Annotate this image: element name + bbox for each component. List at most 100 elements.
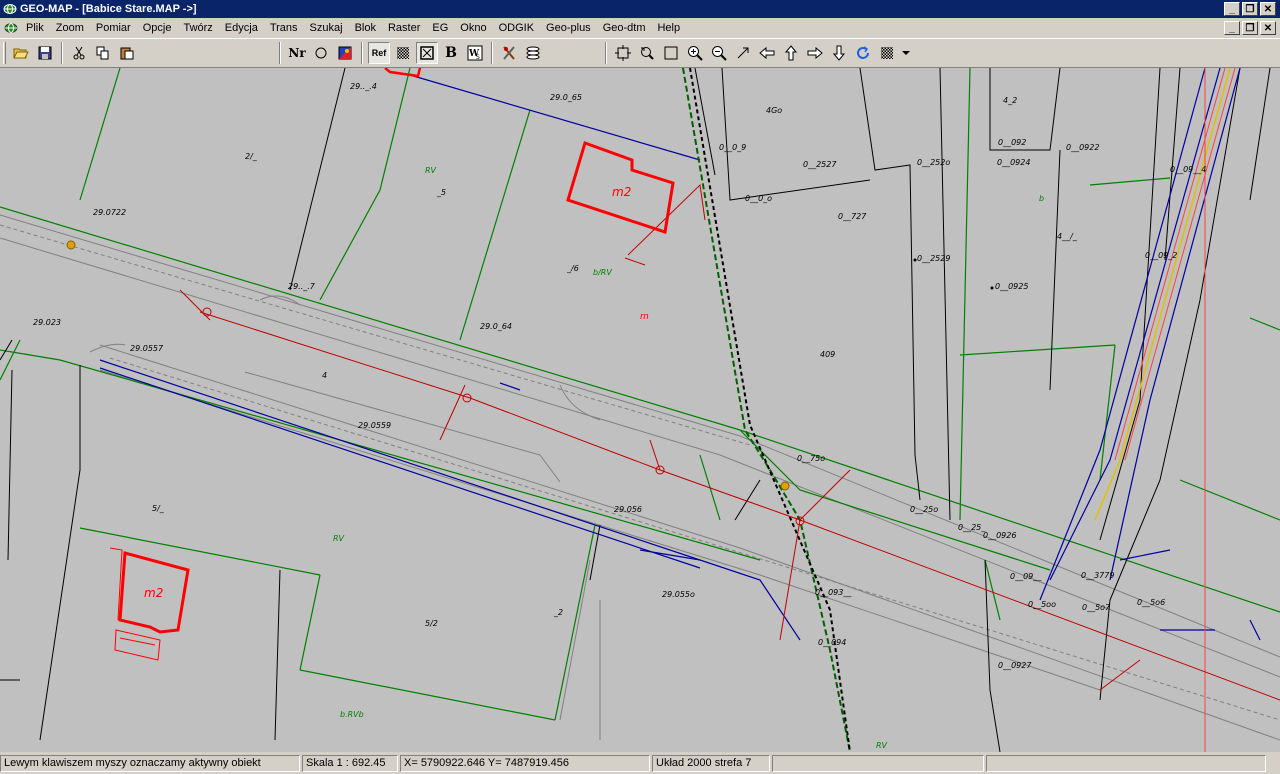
status-scale: Skala 1 : 692.45 xyxy=(302,755,398,772)
open-folder-icon[interactable] xyxy=(10,42,32,64)
paste-icon[interactable] xyxy=(116,42,138,64)
map-label: 0__0927 xyxy=(998,661,1032,670)
ref-button[interactable]: Ref xyxy=(368,42,390,64)
colors-icon[interactable] xyxy=(334,42,356,64)
pan-diagonal-icon[interactable] xyxy=(732,42,754,64)
map-canvas[interactable]: 29.._.4 29.0_65 2/_ 29.0722 _5 _/6 29.0_… xyxy=(0,68,1280,752)
window-title: GEO-MAP - [Babice Stare.MAP ->] xyxy=(20,3,197,15)
svg-text:S: S xyxy=(476,54,480,61)
toolbar-grip[interactable] xyxy=(3,42,6,64)
building-code: m xyxy=(640,312,649,322)
map-label: 0__252o xyxy=(917,158,951,167)
zoom-window-icon[interactable] xyxy=(660,42,682,64)
menu-geo-plus[interactable]: Geo-plus xyxy=(540,22,597,34)
building-code: m2 xyxy=(612,185,632,199)
map-label: 5/_ xyxy=(152,504,164,513)
road-gray-lines xyxy=(0,214,1280,741)
map-label: 29.._.7 xyxy=(288,282,315,291)
hatch-icon[interactable] xyxy=(392,42,414,64)
pan-right-icon[interactable] xyxy=(804,42,826,64)
map-label: 0__727 xyxy=(838,212,867,221)
zoom-previous-icon[interactable] xyxy=(636,42,658,64)
menu-odgik[interactable]: ODGIK xyxy=(493,22,540,34)
dropdown-arrow-icon[interactable] xyxy=(900,42,912,64)
minimize-button[interactable]: _ xyxy=(1224,2,1240,16)
map-label: 29.023 xyxy=(33,318,61,327)
land-use-code: b.RVb xyxy=(340,710,364,719)
menu-plik[interactable]: Plik xyxy=(20,22,50,34)
map-label: 0__2527 xyxy=(803,160,837,169)
text-style-icon[interactable]: WS xyxy=(464,42,486,64)
frame-x-icon[interactable] xyxy=(416,42,438,64)
status-hint: Lewym klawiszem myszy oznaczamy aktywny … xyxy=(0,755,300,772)
toolbar-separator xyxy=(491,42,493,64)
toolbar-separator xyxy=(279,42,281,64)
map-label: 0__093__ xyxy=(815,588,852,597)
map-label: 29.0_64 xyxy=(480,322,512,331)
circle-icon[interactable] xyxy=(310,42,332,64)
boundary-green-lines xyxy=(0,68,1280,721)
close-button[interactable]: ✕ xyxy=(1260,2,1276,16)
map-label: 29.0722 xyxy=(93,208,127,217)
map-label: 29.0_65 xyxy=(550,93,582,102)
toolbar-separator xyxy=(361,42,363,64)
map-label: 29.0557 xyxy=(130,344,164,353)
refresh-icon[interactable] xyxy=(852,42,874,64)
status-coordinates: X= 5790922.646 Y= 7487919.456 xyxy=(400,755,650,772)
menu-pomiar[interactable]: Pomiar xyxy=(90,22,137,34)
menu-eg[interactable]: EG xyxy=(426,22,454,34)
map-label: 4 xyxy=(322,371,328,380)
map-label: 0__0925 xyxy=(995,282,1029,291)
map-label: 4_2 xyxy=(1003,96,1018,105)
map-label: 0__5o7 xyxy=(1082,603,1111,612)
menu-geo-dtm[interactable]: Geo-dtm xyxy=(597,22,652,34)
map-label: 29.._.4 xyxy=(350,82,377,91)
zoom-all-icon[interactable] xyxy=(612,42,634,64)
title-bar: GEO-MAP - [Babice Stare.MAP ->] _ ❐ ✕ xyxy=(0,0,1280,18)
pan-left-icon[interactable] xyxy=(756,42,778,64)
mdi-close-button[interactable]: ✕ xyxy=(1260,20,1276,35)
numbers-button[interactable]: Nr xyxy=(286,42,308,64)
menu-tworz[interactable]: Twórz xyxy=(177,22,218,34)
zoom-in-icon[interactable] xyxy=(684,42,706,64)
cut-icon[interactable] xyxy=(68,42,90,64)
map-label: _5 xyxy=(437,188,447,197)
building-red xyxy=(118,141,675,634)
restore-button[interactable]: ❐ xyxy=(1242,2,1258,16)
map-label: 0__09__4 xyxy=(1170,165,1207,174)
app-globe-icon xyxy=(3,4,17,14)
menu-okno[interactable]: Okno xyxy=(454,22,492,34)
map-label: 0__092 xyxy=(998,138,1027,147)
menu-trans[interactable]: Trans xyxy=(264,22,304,34)
menu-opcje[interactable]: Opcje xyxy=(137,22,178,34)
tools-icon[interactable] xyxy=(498,42,520,64)
mdi-restore-button[interactable]: ❐ xyxy=(1242,20,1258,35)
map-label: _/6 xyxy=(567,264,579,273)
bold-button[interactable]: B xyxy=(440,42,462,64)
menu-edycja[interactable]: Edycja xyxy=(219,22,264,34)
land-use-code: RV xyxy=(876,741,888,750)
map-label: 0__0922 xyxy=(1066,143,1100,152)
railway-dashed xyxy=(682,68,851,752)
save-icon[interactable] xyxy=(34,42,56,64)
menu-blok[interactable]: Blok xyxy=(349,22,382,34)
map-drawing[interactable] xyxy=(0,68,1280,752)
land-use-code: RV xyxy=(425,166,437,175)
zoom-out-icon[interactable] xyxy=(708,42,730,64)
fill-pattern-icon[interactable] xyxy=(876,42,898,64)
menu-help[interactable]: Help xyxy=(651,22,686,34)
menu-raster[interactable]: Raster xyxy=(382,22,426,34)
water-blue-lines xyxy=(99,68,1261,641)
map-label: 29.0559 xyxy=(358,421,392,430)
map-label: 0__75o xyxy=(797,454,826,463)
map-label: 29.055o xyxy=(662,590,695,599)
copy-icon[interactable] xyxy=(92,42,114,64)
pan-down-icon[interactable] xyxy=(828,42,850,64)
document-globe-icon[interactable] xyxy=(4,21,18,35)
mdi-minimize-button[interactable]: _ xyxy=(1224,20,1240,35)
menu-zoom[interactable]: Zoom xyxy=(50,22,90,34)
pan-up-icon[interactable] xyxy=(780,42,802,64)
map-label: 5/2 xyxy=(425,619,438,628)
layers-icon[interactable] xyxy=(522,42,544,64)
menu-szukaj[interactable]: Szukaj xyxy=(304,22,349,34)
